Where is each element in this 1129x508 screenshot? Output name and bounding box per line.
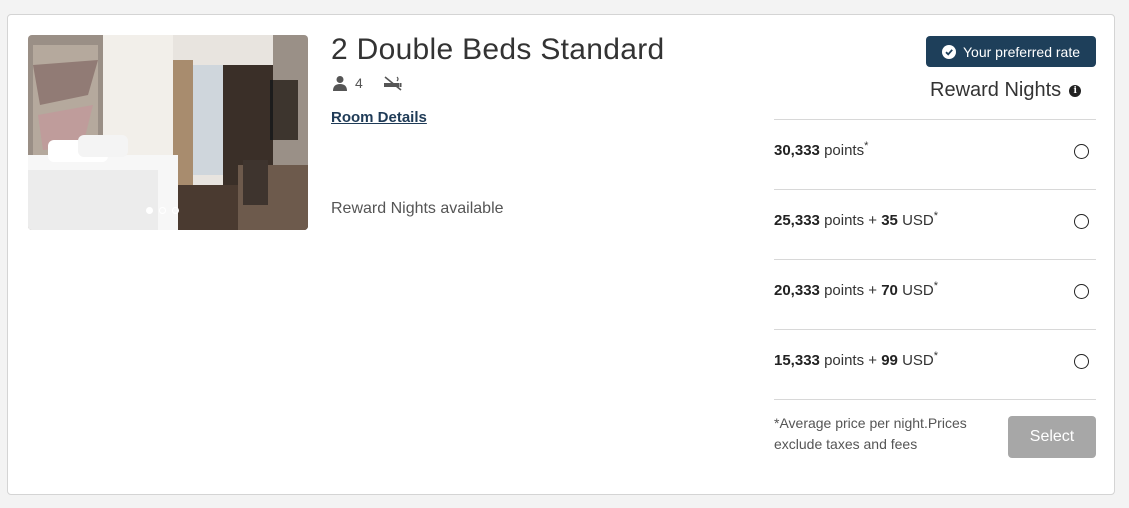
rate-radio[interactable] bbox=[1074, 214, 1089, 229]
rate-option[interactable]: 30,333 points* bbox=[774, 119, 1096, 189]
carousel-dot-1[interactable] bbox=[146, 207, 153, 214]
select-button[interactable]: Select bbox=[1008, 416, 1096, 458]
carousel-dot-2[interactable] bbox=[159, 207, 166, 214]
preferred-rate-label: Your preferred rate bbox=[963, 43, 1080, 60]
rate-option-text: 15,333 points + 99 USD* bbox=[774, 350, 939, 369]
room-title: 2 Double Beds Standard bbox=[331, 33, 665, 66]
info-icon[interactable]: i bbox=[1069, 84, 1082, 97]
divider bbox=[774, 399, 1096, 400]
rate-option-text: 20,333 points + 70 USD* bbox=[774, 280, 939, 299]
rate-options-list: 30,333 points* 25,333 points + 35 USD* 2… bbox=[774, 119, 1096, 400]
room-details-link[interactable]: Room Details bbox=[331, 109, 427, 126]
rate-option[interactable]: 25,333 points + 35 USD* bbox=[774, 189, 1096, 259]
room-photo bbox=[28, 35, 308, 230]
rate-option-text: 30,333 points* bbox=[774, 140, 869, 159]
reward-nights-heading: Reward Nights i bbox=[930, 79, 1082, 102]
room-photo-carousel[interactable] bbox=[28, 35, 308, 230]
rate-radio[interactable] bbox=[1074, 144, 1089, 159]
carousel-dots bbox=[146, 207, 179, 214]
check-circle-icon bbox=[942, 44, 956, 59]
rate-radio[interactable] bbox=[1074, 284, 1089, 299]
preferred-rate-badge: Your preferred rate bbox=[926, 36, 1096, 67]
carousel-dot-3[interactable] bbox=[172, 207, 179, 214]
rate-option-text: 25,333 points + 35 USD* bbox=[774, 210, 939, 229]
price-footnote: *Average price per night.Prices exclude … bbox=[774, 415, 967, 452]
occupancy-count: 4 bbox=[355, 75, 363, 91]
reward-nights-title: Reward Nights bbox=[930, 79, 1062, 101]
person-icon bbox=[333, 75, 349, 91]
room-rate-card: 2 Double Beds Standard 4 Room Details Re… bbox=[7, 14, 1115, 495]
rate-radio[interactable] bbox=[1074, 354, 1089, 369]
room-meta: 4 bbox=[333, 75, 403, 91]
rate-option[interactable]: 20,333 points + 70 USD* bbox=[774, 259, 1096, 329]
rate-option[interactable]: 15,333 points + 99 USD* bbox=[774, 329, 1096, 399]
no-smoking-icon bbox=[383, 75, 403, 91]
availability-text: Reward Nights available bbox=[331, 200, 504, 217]
